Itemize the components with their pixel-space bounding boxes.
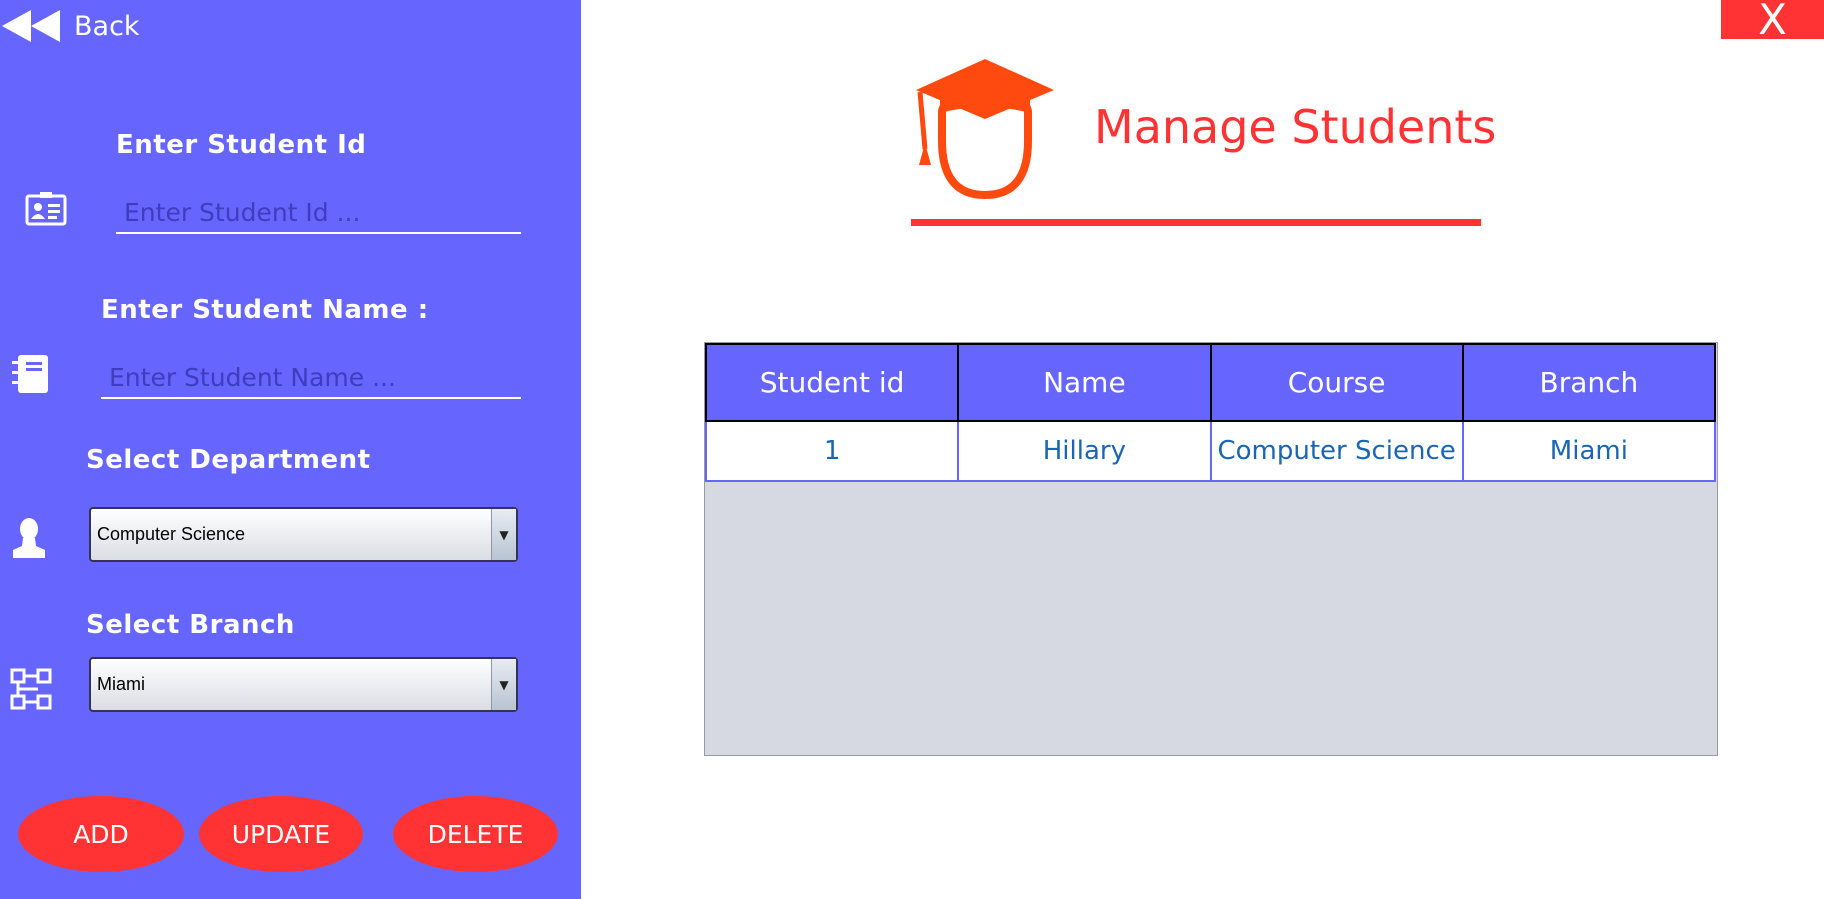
close-button[interactable]: X [1721, 0, 1824, 40]
student-id-input[interactable] [116, 193, 521, 234]
rewind-icon [0, 8, 62, 44]
notebook-icon [10, 353, 52, 399]
hierarchy-icon [10, 668, 52, 714]
chevron-down-icon[interactable]: ▼ [491, 509, 516, 560]
page-title: Manage Students [1094, 100, 1497, 154]
graduate-cap-icon [912, 57, 1058, 207]
cell-course[interactable]: Computer Science [1209, 420, 1464, 482]
students-table[interactable]: Student id Name Course Branch 1 Hillary … [704, 342, 1718, 756]
back-label: Back [74, 10, 140, 42]
cell-name[interactable]: Hillary [957, 420, 1212, 482]
department-selected-value: Computer Science [97, 524, 246, 544]
id-card-icon [25, 192, 67, 230]
student-name-input[interactable] [101, 358, 521, 399]
student-id-label: Enter Student Id [116, 130, 367, 160]
chevron-down-icon[interactable]: ▼ [491, 659, 516, 710]
department-label: Select Department [86, 445, 371, 475]
cell-student-id[interactable]: 1 [704, 420, 960, 482]
delete-button[interactable]: DELETE [393, 796, 558, 872]
column-header-course[interactable]: Course [1209, 343, 1464, 422]
column-header-student-id[interactable]: Student id [704, 343, 960, 422]
column-header-name[interactable]: Name [957, 343, 1212, 422]
branch-label: Select Branch [86, 610, 295, 640]
title-underline [911, 219, 1481, 226]
back-button[interactable]: Back [0, 4, 140, 48]
student-name-label: Enter Student Name : [101, 295, 429, 325]
table-header-row: Student id Name Course Branch [704, 343, 1717, 422]
branch-select[interactable]: Miami ▼ [89, 657, 518, 712]
update-button[interactable]: UPDATE [199, 796, 363, 872]
user-icon [11, 516, 47, 564]
table-row[interactable]: 1 Hillary Computer Science Miami [704, 420, 1717, 482]
column-header-branch[interactable]: Branch [1461, 343, 1717, 422]
sidebar-panel: Back Enter Student Id Enter Student Name… [0, 0, 581, 899]
department-select[interactable]: Computer Science ▼ [89, 507, 518, 562]
branch-selected-value: Miami [97, 674, 145, 694]
add-button[interactable]: ADD [18, 796, 184, 872]
cell-branch[interactable]: Miami [1461, 420, 1717, 482]
